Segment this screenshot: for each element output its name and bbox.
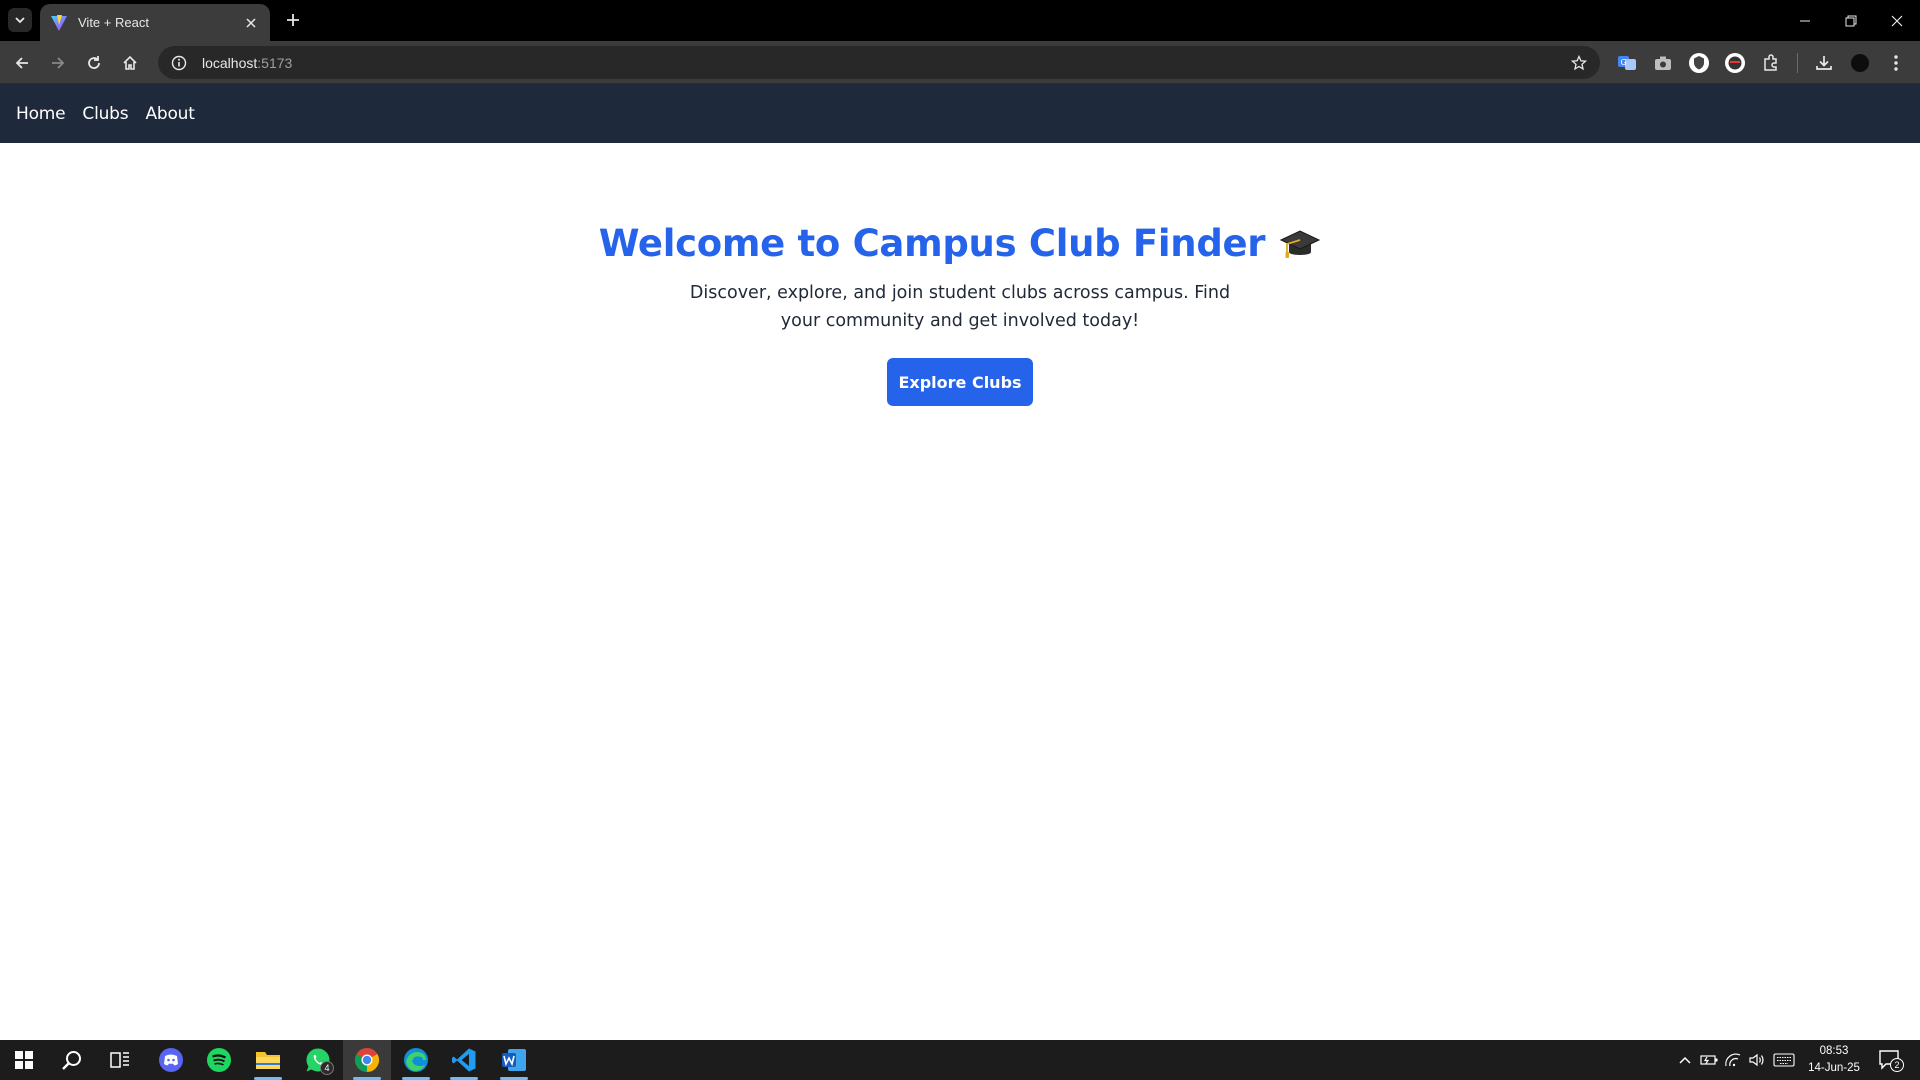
new-tab-button[interactable] bbox=[282, 9, 304, 31]
taskbar-chrome[interactable] bbox=[343, 1040, 391, 1080]
address-bar[interactable]: localhost:5173 bbox=[158, 46, 1600, 79]
taskbar-word[interactable] bbox=[490, 1040, 538, 1080]
clock-date: 14-Jun-25 bbox=[1808, 1062, 1860, 1074]
app-navbar: Home Clubs About bbox=[0, 84, 1920, 143]
home-icon bbox=[123, 55, 137, 70]
taskbar-edge[interactable] bbox=[392, 1040, 440, 1080]
extensions-puzzle-icon[interactable] bbox=[1757, 49, 1785, 77]
translate-extension-icon[interactable]: G bbox=[1613, 49, 1641, 77]
show-hidden-icons-button[interactable] bbox=[1675, 1050, 1695, 1070]
network-icon[interactable] bbox=[1723, 1050, 1743, 1070]
taskbar-discord[interactable] bbox=[147, 1040, 195, 1080]
task-view-button[interactable] bbox=[96, 1040, 144, 1080]
notification-count: 2 bbox=[1890, 1058, 1904, 1072]
bookmark-star-icon[interactable] bbox=[1568, 52, 1590, 74]
page-title-text: Welcome to Campus Club Finder bbox=[598, 222, 1266, 265]
graduation-cap-icon bbox=[1279, 226, 1321, 262]
windows-start-icon bbox=[15, 1051, 33, 1069]
back-arrow-icon bbox=[15, 57, 28, 69]
minimize-icon bbox=[1800, 20, 1810, 21]
system-clock[interactable]: 08:53 14-Jun-25 bbox=[1800, 1043, 1868, 1077]
battery-icon[interactable] bbox=[1699, 1050, 1719, 1070]
clock-time: 08:53 bbox=[1819, 1045, 1849, 1057]
start-button[interactable] bbox=[0, 1040, 48, 1080]
browser-tab[interactable]: Vite + React bbox=[40, 4, 270, 41]
url-port: :5173 bbox=[257, 54, 293, 71]
restore-button[interactable] bbox=[1828, 0, 1874, 41]
restore-icon bbox=[1845, 15, 1857, 26]
browser-tab-strip: Vite + React bbox=[0, 0, 1920, 41]
url-host: localhost bbox=[202, 54, 258, 71]
camera-extension-icon[interactable] bbox=[1649, 49, 1677, 77]
keyboard-icon[interactable] bbox=[1772, 1050, 1796, 1070]
taskbar-file-explorer[interactable] bbox=[244, 1040, 292, 1080]
profile-avatar-icon[interactable] bbox=[1846, 49, 1874, 77]
forward-button[interactable] bbox=[44, 49, 72, 77]
back-button[interactable] bbox=[8, 49, 36, 77]
svg-text:G: G bbox=[1621, 58, 1627, 67]
hero-description: Discover, explore, and join student club… bbox=[689, 283, 1231, 331]
window-controls bbox=[1782, 0, 1920, 41]
windows-taskbar: 4 08:53 14-Jun-25 2 bbox=[0, 1040, 1920, 1080]
screen: Vite + React localhost:5173 G Home Club… bbox=[0, 0, 1920, 1080]
taskbar-whatsapp[interactable]: 4 bbox=[294, 1040, 342, 1080]
hero-section: Welcome to Campus Club Finder Discover, … bbox=[0, 143, 1920, 406]
nav-link-clubs[interactable]: Clubs bbox=[82, 104, 128, 124]
tab-search-button[interactable] bbox=[8, 8, 32, 32]
discord-icon bbox=[159, 1048, 183, 1072]
vite-logo-icon bbox=[50, 14, 68, 32]
whatsapp-badge: 4 bbox=[320, 1061, 334, 1075]
taskbar-spotify[interactable] bbox=[195, 1040, 243, 1080]
nav-link-about[interactable]: About bbox=[145, 104, 194, 124]
volume-icon[interactable] bbox=[1747, 1050, 1767, 1070]
chevron-up-icon bbox=[1679, 1056, 1691, 1064]
explore-clubs-button[interactable]: Explore Clubs bbox=[887, 358, 1033, 406]
taskbar-vscode[interactable] bbox=[440, 1040, 488, 1080]
taskbar-search-button[interactable] bbox=[48, 1040, 96, 1080]
site-info-icon[interactable] bbox=[162, 46, 196, 79]
more-menu-icon[interactable] bbox=[1882, 49, 1910, 77]
close-icon[interactable] bbox=[242, 14, 260, 32]
minimize-button[interactable] bbox=[1782, 0, 1828, 41]
task-view-icon bbox=[110, 1052, 129, 1068]
page-title: Welcome to Campus Club Finder bbox=[599, 222, 1322, 265]
close-icon bbox=[1891, 15, 1903, 26]
reload-button[interactable] bbox=[80, 49, 108, 77]
downloads-icon[interactable] bbox=[1810, 49, 1838, 77]
home-button[interactable] bbox=[116, 49, 144, 77]
tab-title: Vite + React bbox=[78, 15, 149, 30]
shield-extension-icon[interactable] bbox=[1685, 49, 1713, 77]
toolbar-divider bbox=[1797, 53, 1798, 73]
browser-toolbar: localhost:5173 G bbox=[0, 41, 1920, 84]
word-icon bbox=[502, 1049, 526, 1071]
folder-icon bbox=[256, 1052, 280, 1069]
search-icon bbox=[62, 1051, 81, 1070]
chevron-down-icon bbox=[15, 17, 25, 24]
chrome-icon bbox=[354, 1048, 380, 1072]
notification-center-button[interactable]: 2 bbox=[1876, 1048, 1904, 1072]
forward-arrow-icon bbox=[52, 57, 65, 69]
spotify-icon bbox=[207, 1048, 231, 1072]
vscode-icon bbox=[452, 1048, 476, 1072]
reload-icon bbox=[88, 56, 100, 69]
vpn-extension-icon[interactable] bbox=[1721, 49, 1749, 77]
nav-link-home[interactable]: Home bbox=[16, 104, 66, 124]
plus-icon bbox=[287, 14, 299, 26]
close-window-button[interactable] bbox=[1874, 0, 1920, 41]
edge-icon bbox=[404, 1048, 428, 1072]
